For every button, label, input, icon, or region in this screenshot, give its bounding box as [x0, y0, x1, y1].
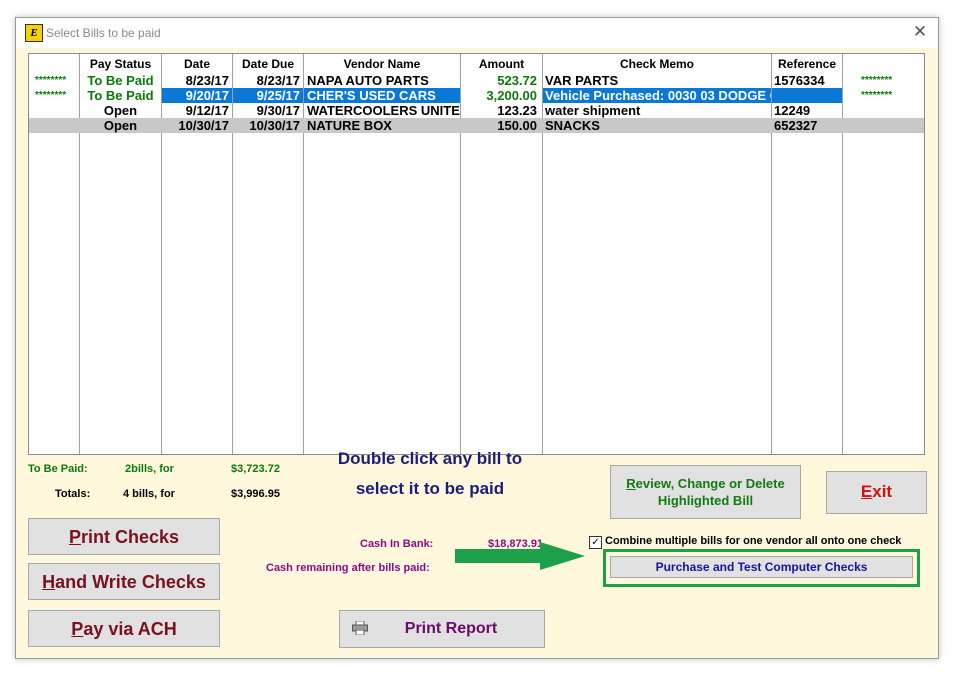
pay-ach-mnemonic: P — [71, 619, 84, 639]
pay-via-ach-button[interactable]: Pay via ACH — [28, 610, 220, 647]
window-title: Select Bills to be paid — [46, 26, 161, 40]
instruction-line-2: select it to be paid — [355, 479, 505, 498]
cell-pay-status: Open — [103, 103, 138, 118]
table-row[interactable]: Open 9/12/17 9/30/17 WATERCOOLERS UNITED… — [29, 103, 924, 118]
print-checks-label: rint Checks — [80, 527, 180, 547]
cell-date: 8/23/17 — [185, 73, 229, 88]
print-report-label: Print Report — [404, 620, 498, 637]
cell-date-due: 8/23/17 — [256, 73, 300, 88]
cell-reference: 1576334 — [774, 73, 825, 88]
right-arrow-icon — [455, 542, 585, 570]
cash-in-bank-label: Cash In Bank: — [360, 538, 434, 550]
selected-marker: ******** — [861, 75, 893, 86]
exit-button-label: xit — [872, 482, 893, 501]
to-be-paid-count: 2bills, for — [125, 463, 174, 475]
review-button-label: eview, Change or Delete — [635, 476, 785, 491]
table-row[interactable]: ******** To Be Paid 9/20/17 9/25/17 CHER… — [29, 88, 924, 103]
totals-count: 4 bills, for — [123, 488, 175, 500]
to-be-paid-label: To Be Paid: — [28, 463, 88, 475]
cell-reference — [772, 88, 842, 103]
combine-checkbox[interactable]: ✓ — [589, 536, 602, 549]
cell-amount: 123.23 — [497, 103, 537, 118]
cell-pay-status: To Be Paid — [87, 73, 154, 88]
cell-amount: 523.72 — [497, 73, 537, 88]
cell-vendor: NATURE BOX — [307, 118, 392, 133]
cell-vendor: NAPA AUTO PARTS — [307, 73, 429, 88]
print-checks-button[interactable]: Print Checks — [28, 518, 220, 555]
cell-date-due: 9/30/17 — [256, 103, 300, 118]
hand-write-label: and Write Checks — [55, 572, 206, 592]
review-mnemonic: R — [626, 476, 636, 491]
cell-pay-status: Open — [103, 118, 138, 133]
purchase-test-checks-button[interactable]: Purchase and Test Computer Checks — [610, 556, 913, 578]
combine-checkbox-label: Combine multiple bills for one vendor al… — [605, 535, 902, 547]
review-button-line-2: Highlighted Bill — [657, 493, 754, 508]
printer-icon — [352, 621, 368, 635]
header-date[interactable]: Date — [162, 57, 232, 71]
totals-amount: $3,996.95 — [231, 488, 280, 500]
cell-date-due: 9/25/17 — [233, 88, 303, 103]
cell-reference: 12249 — [774, 103, 811, 118]
exit-button[interactable]: Exit — [826, 471, 927, 514]
cell-vendor: WATERCOOLERS UNITED — [307, 103, 460, 118]
selected-marker: ******** — [35, 90, 67, 101]
hand-write-mnemonic: H — [42, 572, 56, 592]
print-report-button[interactable]: Print Report — [339, 610, 545, 648]
selected-marker: ******** — [35, 75, 67, 86]
table-row[interactable]: Open 10/30/17 10/30/17 NATURE BOX 150.00… — [29, 118, 924, 133]
bills-table[interactable]: Pay Status Date Date Due Vendor Name Amo… — [28, 53, 925, 455]
hand-write-checks-button[interactable]: Hand Write Checks — [28, 563, 220, 600]
cell-vendor: CHER'S USED CARS — [304, 88, 460, 103]
instruction-text: Double click any bill to select it to be… — [300, 444, 560, 504]
table-row[interactable]: ******** To Be Paid 8/23/17 8/23/17 NAPA… — [29, 73, 924, 88]
header-reference[interactable]: Reference — [772, 57, 842, 71]
cell-amount: 150.00 — [497, 118, 537, 133]
cell-memo: Vehicle Purchased: 0030 03 DODGE C — [543, 88, 771, 103]
review-button-line-1: Review, Change or Delete — [611, 475, 800, 492]
instruction-line-1: Double click any bill to — [337, 449, 523, 468]
to-be-paid-amount: $3,723.72 — [231, 463, 280, 475]
close-icon[interactable]: ✕ — [910, 22, 930, 42]
totals-label: Totals: — [55, 488, 91, 500]
header-check-memo[interactable]: Check Memo — [543, 57, 771, 71]
app-icon: E — [25, 24, 43, 42]
cell-memo: water shipment — [545, 103, 641, 118]
cell-memo: VAR PARTS — [545, 73, 619, 88]
pay-ach-label: ay via ACH — [83, 619, 177, 639]
cell-amount: 3,200.00 — [486, 88, 537, 103]
cell-date: 10/30/17 — [178, 118, 229, 133]
review-change-delete-button[interactable]: Review, Change or Delete Highlighted Bil… — [610, 465, 801, 519]
cell-reference: 652327 — [774, 118, 818, 133]
header-pay-status[interactable]: Pay Status — [80, 57, 161, 71]
header-vendor[interactable]: Vendor Name — [304, 57, 460, 71]
cash-remaining-label: Cash remaining after bills paid: — [266, 562, 430, 574]
title-bar: E Select Bills to be paid ✕ — [16, 18, 938, 48]
cell-date-due: 10/30/17 — [249, 118, 300, 133]
header-date-due[interactable]: Date Due — [233, 57, 303, 71]
cell-date: 9/12/17 — [185, 103, 229, 118]
cell-memo: SNACKS — [545, 118, 600, 133]
cell-pay-status: To Be Paid — [87, 88, 154, 103]
header-amount[interactable]: Amount — [461, 57, 542, 71]
selected-marker: ******** — [861, 90, 893, 101]
exit-mnemonic: E — [860, 482, 873, 501]
cell-date: 9/20/17 — [162, 88, 232, 103]
print-checks-mnemonic: P — [68, 527, 81, 547]
